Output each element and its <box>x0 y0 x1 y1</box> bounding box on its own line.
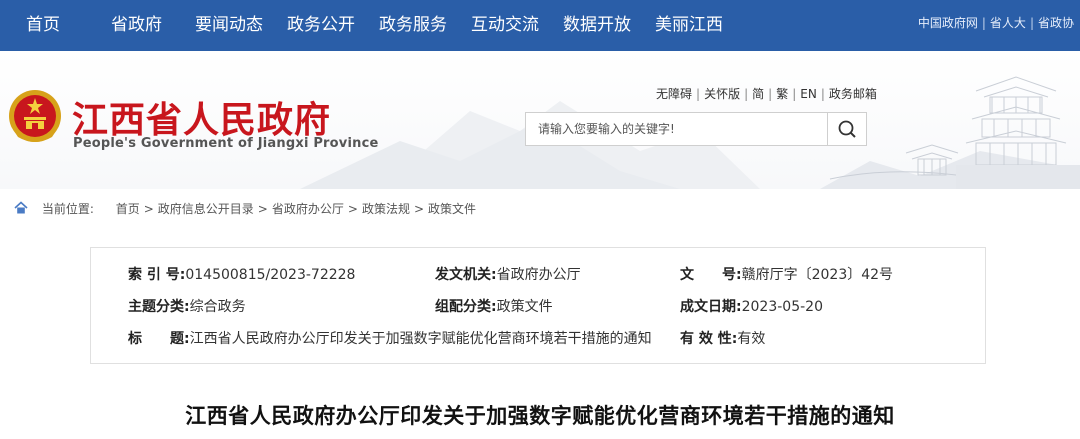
breadcrumb-separator: > <box>143 202 154 216</box>
breadcrumb-separator: > <box>413 202 425 216</box>
divider: | <box>981 16 986 30</box>
breadcrumb: 当前位置: 首页 > 政府信息公开目录 > 省政府办公厅 > 政策法规 > 政策文件 <box>14 200 476 218</box>
nav-item-open-data[interactable]: 数据开放 <box>563 0 631 51</box>
info-value: 2023-05-20 <box>741 299 823 315</box>
info-label: 文 号: <box>680 267 742 283</box>
divider: | <box>744 87 749 101</box>
info-label: 标 题: <box>128 331 190 347</box>
nav-item-news[interactable]: 要闻动态 <box>195 0 263 51</box>
divider: | <box>1029 16 1034 30</box>
breadcrumb-label: 当前位置: <box>41 202 94 216</box>
nav-item-interaction[interactable]: 互动交流 <box>471 0 539 51</box>
info-label: 成文日期: <box>680 299 742 315</box>
nav-item-services[interactable]: 政务服务 <box>379 0 447 51</box>
national-emblem-icon <box>9 90 61 142</box>
divider: | <box>792 87 797 101</box>
article-title: 江西省人民政府办公厅印发关于加强数字赋能优化营商环境若干措施的通知 <box>185 404 895 428</box>
search-input[interactable] <box>526 113 828 145</box>
info-label: 发文机关: <box>435 267 497 283</box>
info-validity: 有 效 性:有效 <box>680 329 765 349</box>
info-value: 综合政务 <box>189 299 246 315</box>
link-accessibility[interactable]: 无障碍 <box>656 87 692 101</box>
info-value: 江西省人民政府办公厅印发关于加强数字赋能优化营商环境若干措施的通知 <box>189 331 652 347</box>
pavilion-illustration <box>829 76 1080 189</box>
breadcrumb-separator: > <box>347 202 358 216</box>
divider: | <box>820 87 825 101</box>
link-provincial-cppcc[interactable]: 省政协 <box>1038 16 1074 30</box>
info-category: 组配分类:政策文件 <box>435 297 553 317</box>
link-english[interactable]: EN <box>800 87 817 101</box>
info-value: 014500815/2023-72228 <box>185 267 356 283</box>
link-china-gov[interactable]: 中国政府网 <box>918 16 978 30</box>
info-value: 政策文件 <box>496 299 553 315</box>
link-simplified[interactable]: 简 <box>752 87 764 101</box>
external-links: 中国政府网 | 省人大 | 省政协 <box>918 0 1074 51</box>
link-care-version[interactable]: 关怀版 <box>704 87 740 101</box>
info-document-number: 文 号:赣府厅字〔2023〕42号 <box>680 265 893 285</box>
home-icon <box>14 201 28 214</box>
info-date: 成文日期:2023-05-20 <box>680 297 823 317</box>
site-header: 江西省人民政府 People's Government of Jiangxi P… <box>0 51 1080 189</box>
divider: | <box>768 87 773 101</box>
divider: | <box>696 87 701 101</box>
search-box <box>525 112 867 146</box>
document-info-box: 索 引 号:014500815/2023-72228 发文机关:省政府办公厅 文… <box>90 247 986 364</box>
nav-item-provincial-gov[interactable]: 省政府 <box>111 0 162 51</box>
breadcrumb-policy-documents[interactable]: 政策文件 <box>428 202 476 216</box>
breadcrumb-regulations[interactable]: 政策法规 <box>362 202 410 216</box>
link-provincial-congress[interactable]: 省人大 <box>990 16 1026 30</box>
breadcrumb-general-office[interactable]: 省政府办公厅 <box>272 202 344 216</box>
info-label: 有 效 性: <box>680 331 738 347</box>
site-subtitle: People's Government of Jiangxi Province <box>73 136 379 151</box>
breadcrumb-home[interactable]: 首页 <box>116 202 140 216</box>
nav-item-beautiful-jiangxi[interactable]: 美丽江西 <box>655 0 723 51</box>
info-issuer: 发文机关:省政府办公厅 <box>435 265 581 285</box>
nav-item-disclosure[interactable]: 政务公开 <box>287 0 355 51</box>
info-index-number: 索 引 号:014500815/2023-72228 <box>128 265 355 285</box>
nav-item-home[interactable]: 首页 <box>26 0 60 51</box>
breadcrumb-separator: > <box>257 202 268 216</box>
top-nav: 首页 省政府 要闻动态 政务公开 政务服务 互动交流 数据开放 美丽江西 中国政… <box>0 0 1080 51</box>
info-label: 索 引 号: <box>128 267 186 283</box>
breadcrumb-disclosure-catalog[interactable]: 政府信息公开目录 <box>158 202 254 216</box>
info-value: 有效 <box>737 331 766 347</box>
info-title: 标 题:江西省人民政府办公厅印发关于加强数字赋能优化营商环境若干措施的通知 <box>128 329 652 349</box>
info-label: 组配分类: <box>435 299 497 315</box>
info-value: 赣府厅字〔2023〕42号 <box>741 267 894 283</box>
info-value: 省政府办公厅 <box>496 267 581 283</box>
info-topic: 主题分类:综合政务 <box>128 297 246 317</box>
link-traditional[interactable]: 繁 <box>776 87 788 101</box>
info-label: 主题分类: <box>128 299 190 315</box>
